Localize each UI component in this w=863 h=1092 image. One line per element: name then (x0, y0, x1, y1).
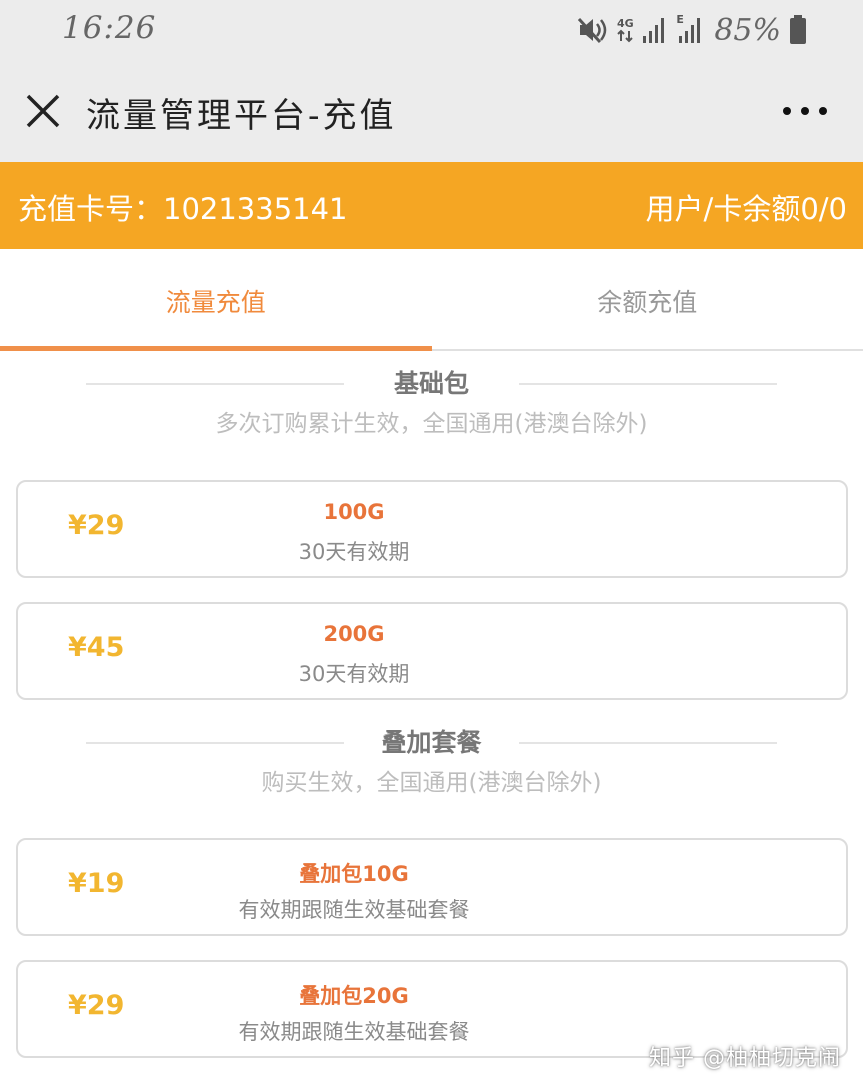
package-price: ¥45 (68, 632, 125, 663)
package-price: ¥29 (68, 510, 125, 541)
network-4g-icon: 4G (616, 18, 634, 43)
divider (519, 742, 777, 744)
section-subtitle: 多次订购累计生效，全国通用(港澳台除外) (215, 411, 648, 437)
recharge-tabs: 流量充值 余额充值 (0, 249, 863, 351)
package-card[interactable]: ¥45 200G 30天有效期 (16, 602, 848, 700)
network-e-icon: E (676, 14, 706, 44)
status-time: 16:26 (62, 10, 157, 46)
battery-icon (789, 15, 807, 45)
close-icon (26, 94, 60, 128)
package-desc: 30天有效期 (298, 662, 410, 686)
tab-data-recharge[interactable]: 流量充值 (0, 249, 432, 351)
package-name: 100G (323, 500, 385, 524)
mute-icon (578, 16, 608, 44)
package-name: 叠加包10G (299, 862, 409, 886)
package-card[interactable]: ¥19 叠加包10G 有效期跟随生效基础套餐 (16, 838, 848, 936)
package-name: 200G (323, 622, 385, 646)
status-bar: 16:26 4G E 85% (0, 0, 863, 62)
section-basic-header: 基础包 多次订购累计生效，全国通用(港澳台除外) (0, 364, 863, 438)
divider (519, 383, 777, 385)
package-desc: 有效期跟随生效基础套餐 (238, 898, 470, 922)
balance-info: 用户/卡余额0/0 (645, 192, 847, 226)
package-name: 叠加包20G (299, 984, 409, 1008)
more-button[interactable] (783, 98, 827, 124)
page-title: 流量管理平台-充值 (86, 96, 397, 136)
package-desc: 30天有效期 (298, 540, 410, 564)
package-desc: 有效期跟随生效基础套餐 (238, 1020, 470, 1044)
close-button[interactable] (24, 92, 62, 130)
package-price: ¥19 (68, 868, 125, 899)
title-bar: 流量管理平台-充值 (0, 62, 863, 162)
card-number: 充值卡号：1021335141 (18, 192, 348, 226)
battery-percent: 85% (714, 12, 781, 48)
section-addon-header: 叠加套餐 购买生效，全国通用(港澳台除外) (0, 723, 863, 797)
signal-icon (642, 16, 668, 44)
section-title: 基础包 (393, 369, 469, 398)
card-header: 充值卡号：1021335141 用户/卡余额0/0 (0, 162, 863, 249)
package-price: ¥29 (68, 990, 125, 1021)
status-icons: 4G E 85% (578, 12, 807, 48)
tab-balance-recharge[interactable]: 余额充值 (432, 249, 863, 349)
section-title: 叠加套餐 (381, 728, 482, 757)
more-dots-icon (783, 107, 791, 115)
divider (86, 742, 344, 744)
divider (86, 383, 344, 385)
package-card[interactable]: ¥29 100G 30天有效期 (16, 480, 848, 578)
section-subtitle: 购买生效，全国通用(港澳台除外) (261, 770, 602, 796)
watermark: 知乎 @柚柚切克闹 (649, 1046, 841, 1071)
